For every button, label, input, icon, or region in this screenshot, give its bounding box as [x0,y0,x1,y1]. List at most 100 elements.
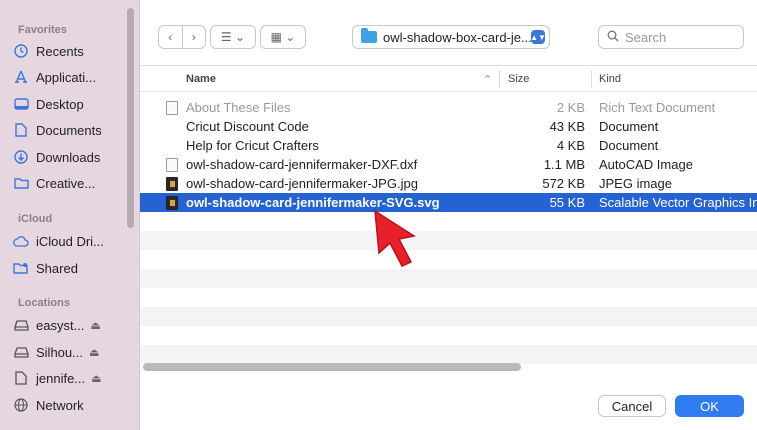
sidebar-item-label: iCloud Dri... [36,233,104,249]
column-kind[interactable]: Kind [599,73,621,85]
icloud-header: iCloud [18,213,53,225]
folder-icon [12,175,30,191]
empty-row [140,212,757,231]
file-kind: Rich Text Document [599,100,716,115]
dxf-file-icon [166,157,178,172]
file-kind: Scalable Vector Graphics In [599,195,757,210]
sidebar-item-documents[interactable]: Documents [12,119,130,141]
ok-button[interactable]: OK [675,395,744,417]
sidebar-item-label: Creative... [36,175,96,191]
empty-row [140,250,757,269]
network-icon [12,397,30,413]
file-icon [12,370,30,386]
empty-row [140,231,757,250]
sidebar-item-applications[interactable]: Applicati... [12,66,130,88]
sidebar-item-label: jennife... [36,370,86,386]
download-icon [12,149,30,165]
column-separator [499,70,500,88]
sidebar-item-label: Silhou... [36,344,83,360]
sidebar-item-label: easyst... [36,317,85,333]
horizontal-scrollbar[interactable] [143,363,521,371]
empty-row [140,269,757,288]
favorites-header: Favorites [18,24,67,36]
sidebar-item-label: Downloads [36,149,101,165]
sidebar-item-icloud-drive[interactable]: iCloud Dri... [12,230,130,252]
rtf-file-icon [166,100,178,115]
file-name: About These Files [186,100,291,115]
document-file-icon [166,139,178,153]
nav-button-group: ‹ › [158,25,206,49]
sidebar-item-silhou[interactable]: Silhou... ⏏ [12,341,130,363]
file-row-jpg[interactable]: owl-shadow-card-jennifermaker-JPG.jpg 57… [140,174,757,193]
file-name: owl-shadow-card-jennifermaker-JPG.jpg [186,176,418,191]
drive-icon [12,344,30,360]
sidebar-item-label: Shared [36,260,78,276]
sort-indicator-icon: ⌃ [483,74,493,86]
sidebar-item-label: Network [36,397,84,413]
file-row-dxf[interactable]: owl-shadow-card-jennifermaker-DXF.dxf 1.… [140,155,757,174]
sidebar-item-recents[interactable]: Recents [12,40,130,62]
sidebar-item-label: Desktop [36,96,84,112]
search-placeholder: Search [625,29,667,45]
file-row-cricut-discount-code[interactable]: Cricut Discount Code 43 KB Document [140,117,757,136]
file-row-svg[interactable]: owl-shadow-card-jennifermaker-SVG.svg 55… [140,193,757,212]
cancel-button[interactable]: Cancel [598,395,666,417]
search-icon [607,30,619,45]
sidebar-item-jennife[interactable]: jennife... ⏏ [12,367,130,389]
grid-view-button[interactable]: ▦ ⌄ [260,25,306,49]
empty-row [140,345,757,364]
document-icon [12,122,30,138]
cloud-icon [12,233,30,249]
file-kind: AutoCAD Image [599,157,693,172]
sidebar-scrollbar[interactable] [127,8,134,228]
sidebar-item-creative[interactable]: Creative... [12,172,130,194]
column-header: Name ⌃ Size Kind [140,66,757,92]
forward-button[interactable]: › [183,30,206,44]
desktop-icon [12,96,30,112]
sidebar-item-downloads[interactable]: Downloads [12,146,130,168]
eject-icon[interactable]: ⏏ [90,319,100,332]
folder-location-popup[interactable]: owl-shadow-box-card-je... ▲▼ [352,25,550,49]
file-name: owl-shadow-card-jennifermaker-DXF.dxf [186,157,418,172]
file-kind: Document [599,119,659,134]
file-size: 2 KB [556,100,585,115]
file-name: Cricut Discount Code [186,119,309,134]
file-kind: JPEG image [599,176,672,191]
column-size[interactable]: Size [508,73,529,85]
sidebar-item-shared[interactable]: Shared [12,257,130,279]
folder-name: owl-shadow-box-card-je... [383,29,532,45]
column-separator [591,70,592,88]
file-size: 572 KB [542,176,585,191]
document-file-icon [166,120,178,134]
jpg-file-icon [166,176,178,191]
sidebar-item-desktop[interactable]: Desktop [12,93,130,115]
drive-icon [12,317,30,333]
file-name: Help for Cricut Crafters [186,138,319,153]
file-row-about-these-files[interactable]: About These Files 2 KB Rich Text Documen… [140,98,757,117]
shared-folder-icon [12,260,30,276]
locations-header: Locations [18,297,70,309]
search-input[interactable]: Search [598,25,744,49]
eject-icon[interactable]: ⏏ [89,346,99,359]
red-arrow-cursor-icon [372,208,424,273]
dialog-footer: Cancel OK [140,375,757,430]
sidebar-item-easyst[interactable]: easyst... ⏏ [12,314,130,336]
column-name[interactable]: Name [186,73,216,85]
sidebar-item-label: Recents [36,43,84,59]
sidebar-item-label: Applicati... [36,69,96,85]
file-row-help-for-cricut-crafters[interactable]: Help for Cricut Crafters 4 KB Document [140,136,757,155]
file-size: 43 KB [549,119,585,134]
sidebar-item-label: Documents [36,122,102,138]
applications-icon [12,69,30,85]
svg-file-icon [166,195,178,210]
empty-row [140,307,757,326]
back-button[interactable]: ‹ [159,30,182,44]
file-size: 55 KB [549,195,585,210]
sidebar-item-network[interactable]: Network [12,394,130,416]
empty-row [140,326,757,345]
eject-icon[interactable]: ⏏ [91,372,101,385]
file-kind: Document [599,138,659,153]
popup-arrows-icon: ▲▼ [530,30,546,44]
list-view-button[interactable]: ☰ ⌄ [210,25,256,49]
sidebar: Favorites Recents Applicati... Desktop D… [0,0,140,430]
